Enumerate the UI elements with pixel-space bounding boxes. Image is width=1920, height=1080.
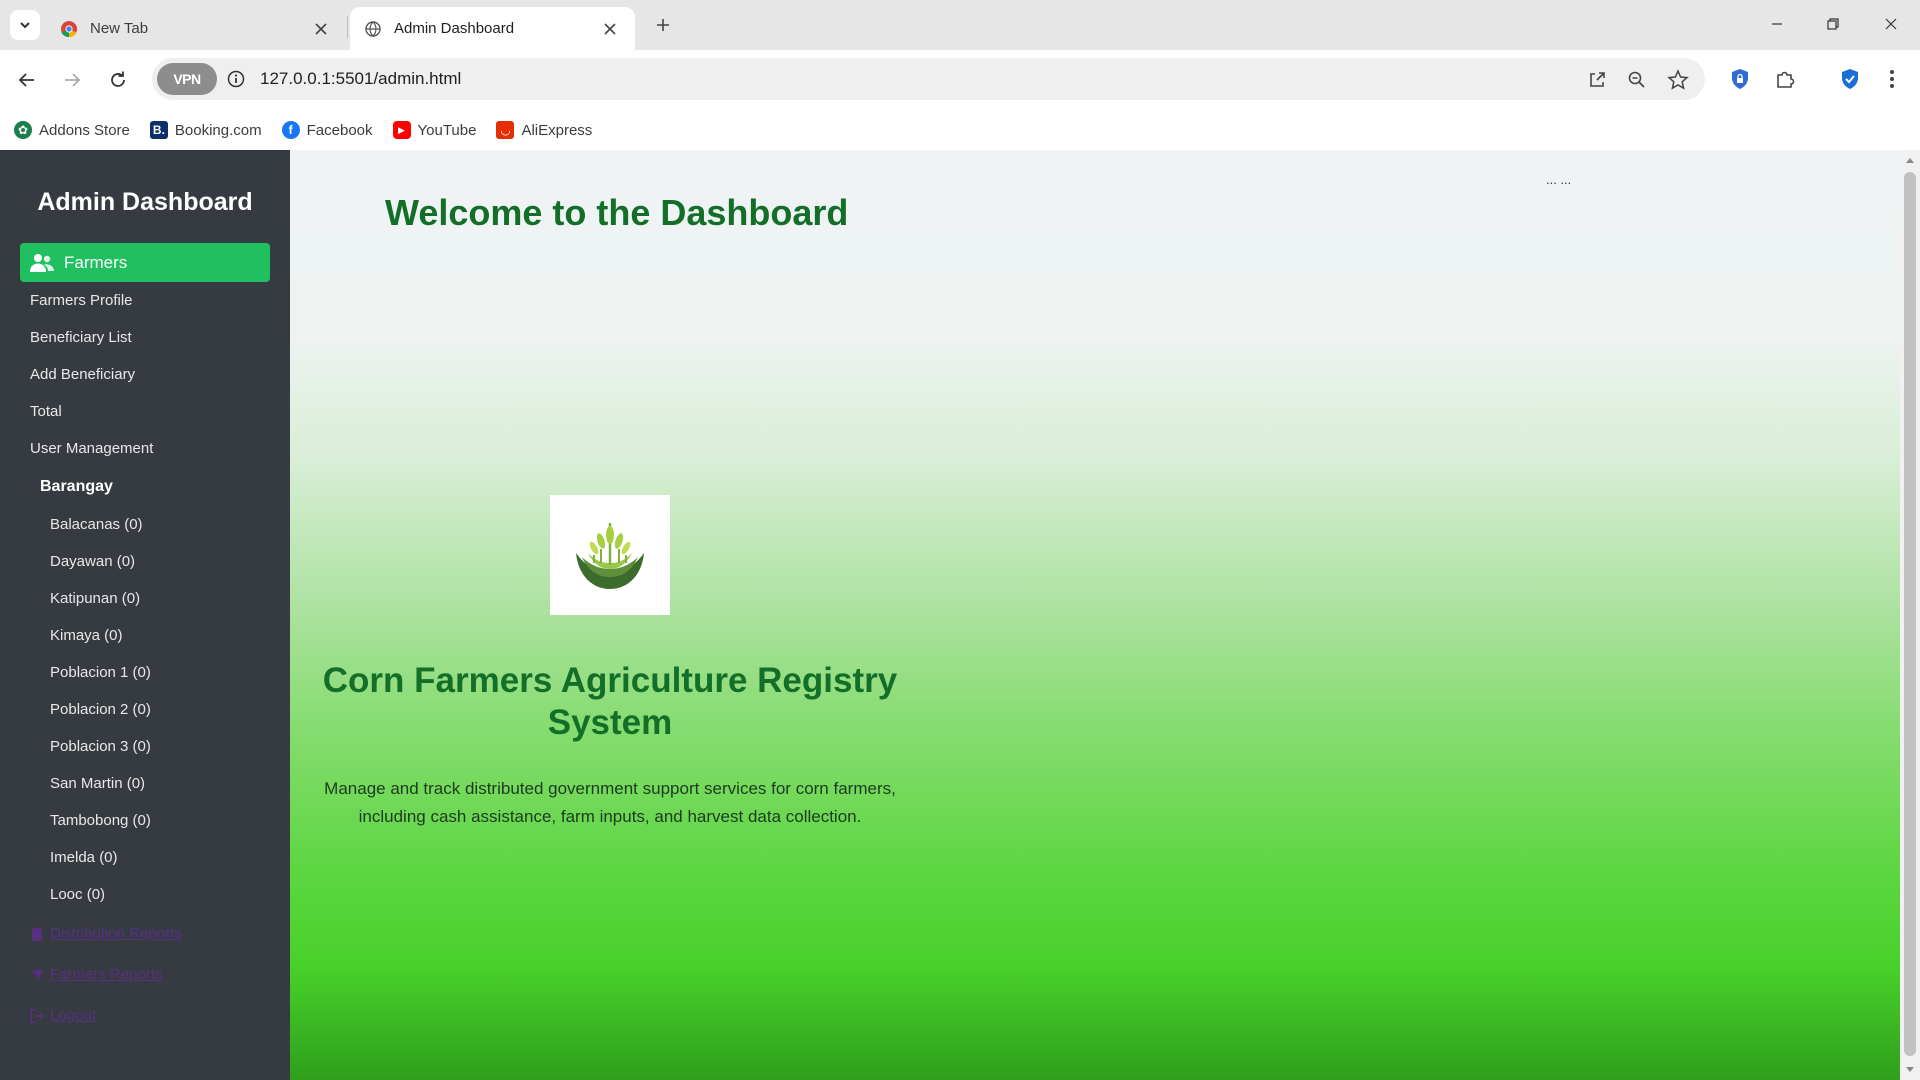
sidebar-item-farmers[interactable]: Farmers xyxy=(20,243,270,282)
share-icon[interactable] xyxy=(1584,67,1610,93)
arrow-left-icon xyxy=(18,73,34,87)
sidebar-item-farmers-profile[interactable]: Farmers Profile xyxy=(30,292,133,309)
shield-lock-icon[interactable] xyxy=(1726,65,1754,93)
youtube-icon: ▶ xyxy=(392,121,411,139)
scrollbar-thumb[interactable] xyxy=(1904,172,1916,1056)
close-window-button[interactable] xyxy=(1868,8,1914,40)
system-description: Manage and track distributed government … xyxy=(290,775,930,831)
sidebar-section-barangay[interactable]: Barangay xyxy=(40,478,113,496)
sidebar-item-total[interactable]: Total xyxy=(30,403,62,420)
restore-button[interactable] xyxy=(1810,8,1856,40)
bookmark-booking[interactable]: B. Booking.com xyxy=(149,121,262,139)
sidebar-item-barangay[interactable]: Dayawan (0) xyxy=(50,553,135,570)
scroll-up-arrow-icon[interactable] xyxy=(1904,154,1916,166)
logo xyxy=(550,495,670,615)
minimize-button[interactable] xyxy=(1754,8,1800,40)
description-line: including cash assistance, farm inputs, … xyxy=(358,807,862,826)
bookmark-label: YouTube xyxy=(417,121,477,139)
sidebar-item-add-beneficiary[interactable]: Add Beneficiary xyxy=(30,366,135,383)
sidebar-item-barangay[interactable]: Kimaya (0) xyxy=(50,627,123,644)
sidebar-title: Admin Dashboard xyxy=(37,188,253,216)
sidebar-item-barangay[interactable]: Poblacion 2 (0) xyxy=(50,701,151,718)
close-icon[interactable] xyxy=(599,18,621,40)
clipboard-icon xyxy=(30,927,44,941)
browser-toolbar: VPN 127.0.0.1:5501/admin.html xyxy=(0,50,1920,110)
sidebar-item-barangay[interactable]: Poblacion 1 (0) xyxy=(50,664,151,681)
puzzle-icon[interactable] xyxy=(1771,65,1799,93)
bookmark-youtube[interactable]: ▶ YouTube xyxy=(392,121,477,139)
sidebar-item-barangay[interactable]: Katipunan (0) xyxy=(50,590,140,607)
new-tab-button[interactable] xyxy=(650,12,676,38)
sidebar-item-user-management[interactable]: User Management xyxy=(30,440,153,457)
sidebar-item-beneficiary-list[interactable]: Beneficiary List xyxy=(30,329,132,346)
info-icon[interactable] xyxy=(225,68,247,90)
description-line: Manage and track distributed government … xyxy=(324,779,896,798)
zoom-icon[interactable] xyxy=(1624,67,1650,93)
link-label: Farmers Reports xyxy=(50,966,163,983)
close-icon xyxy=(1885,18,1897,30)
addons-store-icon: ✿ xyxy=(14,121,32,139)
arrow-right-icon xyxy=(65,73,81,87)
page-viewport: Admin Dashboard Farmers Farmers Profile … xyxy=(0,150,1920,1080)
logout-link[interactable]: Logout xyxy=(30,1007,96,1024)
sidebar-item-barangay[interactable]: Balacanas (0) xyxy=(50,516,143,533)
plus-icon xyxy=(657,19,669,31)
bookmark-label: Addons Store xyxy=(39,121,130,139)
bookmark-aliexpress[interactable]: ◡ AliExpress xyxy=(496,121,592,139)
star-icon[interactable] xyxy=(1665,67,1691,93)
link-label: Distribution Reports xyxy=(50,925,182,942)
restore-icon xyxy=(1827,18,1839,30)
reload-icon xyxy=(111,71,125,87)
sidebar-item-barangay[interactable]: Poblacion 3 (0) xyxy=(50,738,151,755)
address-bar[interactable]: VPN 127.0.0.1:5501/admin.html xyxy=(152,58,1705,100)
sidebar-item-label: Farmers xyxy=(64,252,128,272)
back-button[interactable] xyxy=(11,64,43,96)
kebab-menu-icon[interactable] xyxy=(1878,65,1906,93)
sidebar: Admin Dashboard Farmers Farmers Profile … xyxy=(0,150,290,1080)
main-content: Welcome to the Dashboard ... ... Corn Fa… xyxy=(290,150,1900,1080)
link-label: Logout xyxy=(50,1007,96,1024)
corn-hands-logo-icon xyxy=(576,523,644,589)
bookmarks-bar: ✿ Addons Store B. Booking.com f Facebook… xyxy=(0,110,1920,150)
tab-admin-dashboard[interactable]: Admin Dashboard xyxy=(350,7,635,50)
tab-title: Admin Dashboard xyxy=(394,20,515,37)
tab-search-button[interactable] xyxy=(10,10,40,40)
bookmark-facebook[interactable]: f Facebook xyxy=(281,121,373,139)
tab-separator xyxy=(347,16,348,38)
tab-strip: New Tab Admin Dashboard xyxy=(0,0,1920,50)
sidebar-item-barangay[interactable]: Imelda (0) xyxy=(50,849,118,866)
scroll-down-arrow-icon[interactable] xyxy=(1904,1064,1916,1076)
aliexpress-icon: ◡ xyxy=(496,121,515,139)
farmers-reports-link[interactable]: Farmers Reports xyxy=(30,966,163,983)
chevron-down-icon xyxy=(20,22,30,29)
reload-button[interactable] xyxy=(102,64,134,96)
sidebar-item-barangay[interactable]: San Martin (0) xyxy=(50,775,145,792)
dots-text: ... ... xyxy=(1546,172,1572,187)
sidebar-item-barangay[interactable]: Looc (0) xyxy=(50,886,105,903)
tab-title: New Tab xyxy=(90,20,149,37)
page-title: Welcome to the Dashboard xyxy=(385,192,849,233)
vertical-scrollbar[interactable] xyxy=(1900,150,1920,1080)
close-icon[interactable] xyxy=(310,18,332,40)
minimize-icon xyxy=(1772,23,1782,25)
tab-new-tab[interactable]: New Tab xyxy=(46,7,346,50)
globe-icon xyxy=(364,20,382,38)
url-text[interactable]: 127.0.0.1:5501/admin.html xyxy=(260,69,461,89)
vpn-badge[interactable]: VPN xyxy=(157,63,217,95)
bookmark-label: Facebook xyxy=(306,121,373,139)
logout-icon xyxy=(30,1008,44,1023)
booking-icon: B. xyxy=(149,121,168,139)
users-icon xyxy=(30,253,54,273)
forward-button[interactable] xyxy=(56,64,88,96)
facebook-icon: f xyxy=(281,121,300,139)
system-title: Corn Farmers Agriculture Registry System xyxy=(322,661,898,742)
bookmark-label: Booking.com xyxy=(174,121,262,139)
bookmark-addons-store[interactable]: ✿ Addons Store xyxy=(14,121,130,139)
bookmark-label: AliExpress xyxy=(521,121,593,139)
sidebar-item-barangay[interactable]: Tambobong (0) xyxy=(50,812,151,829)
shield-check-icon[interactable] xyxy=(1836,65,1864,93)
chrome-icon xyxy=(60,20,78,38)
tractor-icon xyxy=(30,968,44,982)
distribution-reports-link[interactable]: Distribution Reports xyxy=(30,925,182,942)
